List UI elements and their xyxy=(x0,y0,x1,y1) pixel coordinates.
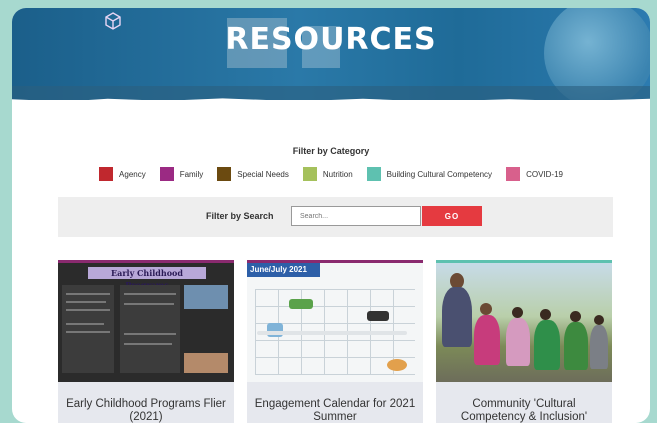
thumbnail-heading: Early Childhood Programs xyxy=(88,267,206,290)
search-input[interactable] xyxy=(291,206,421,226)
category-label: Building Cultural Competency xyxy=(386,169,493,179)
card-thumbnail: June/July 2021 xyxy=(247,260,423,382)
card-thumbnail xyxy=(436,260,612,382)
photo-figure xyxy=(534,320,560,370)
category-swatch xyxy=(217,167,232,181)
card-title: Engagement Calendar for 2021 Summer xyxy=(254,398,416,423)
text-line xyxy=(66,323,104,325)
category-filter-cultural-competency[interactable]: Building Cultural Competency xyxy=(366,167,493,181)
page-frame: RESOURCES Filter by Category Agency Fami… xyxy=(12,8,650,423)
photo-figure xyxy=(540,309,551,320)
hero-bg-shelf xyxy=(12,86,650,100)
text-line xyxy=(124,303,174,305)
calendar-graphic xyxy=(367,311,389,321)
resource-card[interactable]: Early Childhood Programs Early Childhood… xyxy=(58,260,234,423)
category-filter-list: Agency Family Special Needs Nutrition Bu… xyxy=(12,167,650,181)
photo-figure xyxy=(480,303,492,315)
category-swatch xyxy=(366,167,381,181)
text-line xyxy=(124,333,176,335)
text-line xyxy=(66,301,106,303)
page-title: RESOURCES xyxy=(225,22,437,57)
photo-figure xyxy=(594,315,604,325)
category-label: Family xyxy=(179,169,204,179)
photo-figure xyxy=(590,325,608,369)
category-filter-family[interactable]: Family xyxy=(159,167,204,181)
photo-figure xyxy=(442,287,472,347)
text-line xyxy=(66,309,110,311)
calendar-graphic xyxy=(387,359,407,371)
category-filter-special-needs[interactable]: Special Needs xyxy=(217,167,289,181)
text-line xyxy=(66,331,110,333)
card-title: Early Childhood Programs Flier (2021) xyxy=(66,398,226,423)
text-line xyxy=(124,343,172,345)
thumbnail-column xyxy=(62,285,114,373)
calendar-graphic xyxy=(289,299,313,309)
category-label: Nutrition xyxy=(322,169,353,179)
category-label: Agency xyxy=(119,169,146,179)
resource-card[interactable]: June/July 2021 Engagement Calendar for 2… xyxy=(247,260,423,423)
thumbnail-column xyxy=(120,285,180,373)
text-line xyxy=(66,293,110,295)
photo-figure xyxy=(474,315,500,365)
search-bar: Filter by Search GO xyxy=(58,197,613,237)
photo-figure xyxy=(570,311,581,322)
thumbnail-photo xyxy=(184,353,228,373)
photo-figure xyxy=(564,322,588,370)
go-button[interactable]: GO xyxy=(422,206,482,226)
category-swatch xyxy=(302,167,317,181)
category-swatch xyxy=(99,167,114,181)
calendar-graphic xyxy=(257,331,407,335)
resource-card[interactable]: Community 'Cultural Competency & Inclusi… xyxy=(436,260,612,423)
filter-category-title: Filter by Category xyxy=(292,146,370,156)
search-label: Filter by Search xyxy=(206,211,274,221)
category-swatch xyxy=(159,167,174,181)
category-label: COVID-19 xyxy=(526,169,563,179)
category-filter-nutrition[interactable]: Nutrition xyxy=(302,167,353,181)
category-filter-covid-19[interactable]: COVID-19 xyxy=(506,167,563,181)
text-line xyxy=(124,293,176,295)
category-label: Special Needs xyxy=(237,169,289,179)
card-thumbnail: Early Childhood Programs xyxy=(58,260,234,382)
card-title: Community 'Cultural Competency & Inclusi… xyxy=(460,398,588,423)
photo-figure xyxy=(512,307,523,318)
thumbnail-heading: June/July 2021 xyxy=(247,263,320,277)
hero-banner: RESOURCES xyxy=(12,8,650,100)
category-filter-agency[interactable]: Agency xyxy=(99,167,146,181)
photo-figure xyxy=(506,318,530,366)
thumbnail-photo xyxy=(184,285,228,309)
category-swatch xyxy=(506,167,521,181)
